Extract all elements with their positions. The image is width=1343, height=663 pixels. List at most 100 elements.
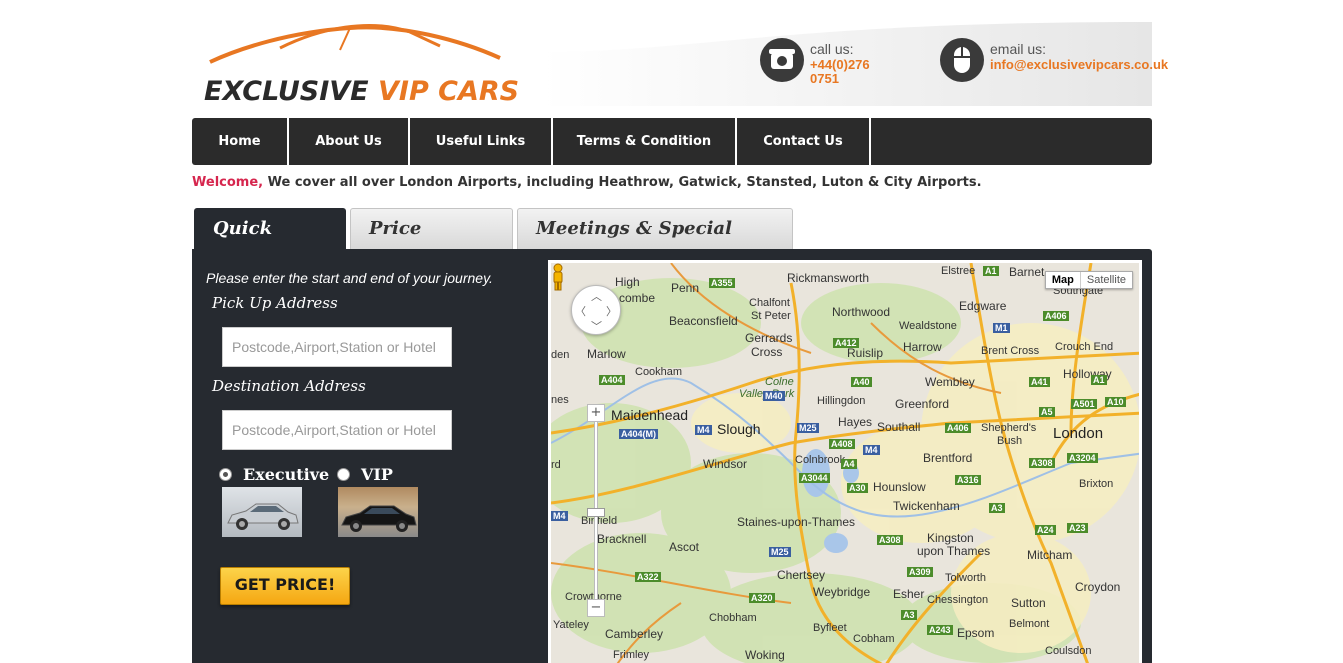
road-sign: A10 <box>1105 397 1126 407</box>
place-staines: Staines-upon-Thames <box>737 515 856 529</box>
road-sign: A501 <box>1071 399 1097 409</box>
road-sign: M4 <box>551 511 568 521</box>
place-edgware: Edgware <box>959 299 1007 313</box>
place-cross: Cross <box>751 345 783 359</box>
phone-number[interactable]: +44(0)276 0751 <box>810 58 890 86</box>
place-belmont: Belmont <box>1009 618 1050 630</box>
place-nes: nes <box>551 394 569 406</box>
nav-about-us[interactable]: About Us <box>289 118 410 165</box>
tab-price-enquiry[interactable]: Price Enquiry <box>350 208 513 279</box>
mouse-icon <box>940 38 984 82</box>
pickup-address-input[interactable] <box>222 327 452 367</box>
pan-up-icon[interactable]: ︿ <box>591 288 602 304</box>
pan-down-icon[interactable]: ﹀ <box>591 318 602 334</box>
place-kingston: Kingston <box>927 531 974 545</box>
logo-word-exclusive: EXCLUSIVE <box>204 76 369 107</box>
destination-address-input[interactable] <box>222 410 452 450</box>
road-sign: A412 <box>833 338 859 348</box>
road-sign: A40 <box>851 377 872 387</box>
place-den: den <box>551 349 570 361</box>
radio-vip-dot[interactable] <box>337 468 350 481</box>
logo-word-vip-cars: VIP CARS <box>378 76 520 107</box>
nav-terms[interactable]: Terms & Condition <box>553 118 737 165</box>
place-harrow: Harrow <box>903 340 942 354</box>
zoom-in-button[interactable]: + <box>587 404 605 422</box>
place-st-peter: St Peter <box>751 310 791 322</box>
road-sign: M25 <box>797 423 819 433</box>
place-byfleet: Byfleet <box>813 622 847 634</box>
place-ruislip: Ruislip <box>847 346 884 360</box>
place-hounslow: Hounslow <box>873 480 926 494</box>
route-map[interactable]: High combe Penn Rickmansworth Barnet Els… <box>548 260 1142 663</box>
radio-executive-dot[interactable] <box>219 468 232 481</box>
place-brentford: Brentford <box>923 451 973 465</box>
place-brent-cross: Brent Cross <box>981 345 1040 357</box>
nav-contact-us[interactable]: Contact Us <box>737 118 871 165</box>
site-header: EXCLUSIVE VIP CARS call us: +44(0)276 07… <box>192 14 1168 114</box>
road-sign: M4 <box>695 425 712 435</box>
road-sign: A322 <box>635 572 661 582</box>
pan-left-icon[interactable]: 〈 <box>575 303 586 319</box>
map-type-satellite-button[interactable]: Satellite <box>1081 272 1132 288</box>
road-sign: A243 <box>927 625 953 635</box>
tab-meetings-special-events[interactable]: Meetings & Special Events <box>517 208 793 279</box>
radio-executive[interactable]: Executive <box>219 465 329 484</box>
tab-quick-quote[interactable]: Quick Quote <box>194 208 346 279</box>
road-sign: A320 <box>749 593 775 603</box>
road-sign: A5 <box>1039 407 1055 417</box>
place-woking: Woking <box>745 648 785 662</box>
place-gerrards: Gerrards <box>745 331 793 345</box>
road-sign: A30 <box>847 483 868 493</box>
road-sign: A406 <box>945 423 971 433</box>
place-colnbrook: Colnbrook <box>795 454 846 466</box>
place-greenford: Greenford <box>895 397 950 411</box>
radio-vip[interactable]: VIP <box>337 465 393 484</box>
place-southall: Southall <box>877 420 921 434</box>
logo-wordmark: EXCLUSIVE VIP CARS <box>204 76 519 107</box>
place-bush: Bush <box>997 435 1023 447</box>
site-logo[interactable]: EXCLUSIVE VIP CARS <box>200 18 530 108</box>
place-chalfont: Chalfont <box>749 297 790 309</box>
pan-control[interactable]: ︿ ﹀ 〈 〉 <box>571 285 621 335</box>
welcome-greeting: Welcome, <box>192 175 264 190</box>
vip-car-image[interactable] <box>338 487 418 537</box>
place-wealdstone: Wealdstone <box>899 320 957 332</box>
place-bracknell: Bracknell <box>597 532 647 546</box>
email-address-link[interactable]: info@exclusivevipcars.co.uk <box>990 58 1168 72</box>
road-sign: A3044 <box>799 473 830 483</box>
nav-useful-links[interactable]: Useful Links <box>410 118 553 165</box>
place-high-wycombe: High <box>615 275 640 289</box>
place-rd: rd <box>551 459 561 471</box>
place-mitcham: Mitcham <box>1027 548 1073 562</box>
road-sign: M1 <box>993 323 1010 333</box>
pan-right-icon[interactable]: 〉 <box>606 303 617 319</box>
road-sign: M25 <box>769 547 791 557</box>
place-esher: Esher <box>893 587 925 601</box>
place-chessington: Chessington <box>927 594 989 606</box>
road-sign: A404(M) <box>619 429 659 439</box>
place-upon-thames: upon Thames <box>917 544 991 558</box>
road-sign: M4 <box>863 445 880 455</box>
place-croydon: Croydon <box>1075 580 1121 594</box>
nav-home[interactable]: Home <box>192 118 289 165</box>
executive-car-image[interactable] <box>222 487 302 537</box>
place-weybridge: Weybridge <box>813 585 871 599</box>
road-sign: A3 <box>989 503 1005 513</box>
place-hayes: Hayes <box>838 415 873 429</box>
road-sign: A3204 <box>1067 453 1098 463</box>
place-coulsdon: Coulsdon <box>1045 645 1092 657</box>
get-price-button[interactable]: GET PRICE! <box>220 567 350 605</box>
pegman-icon[interactable] <box>551 263 565 291</box>
place-marlow: Marlow <box>587 347 626 361</box>
place-cobham: Cobham <box>853 633 895 645</box>
map-type-map-button[interactable]: Map <box>1046 272 1081 288</box>
form-intro: Please enter the start and end of your j… <box>206 270 493 286</box>
zoom-slider-handle[interactable] <box>587 508 605 517</box>
road-sign: A23 <box>1067 523 1088 533</box>
road-sign: A404 <box>599 375 625 385</box>
radio-executive-label: Executive <box>243 465 330 484</box>
road-sign: A4 <box>841 459 857 469</box>
welcome-message: Welcome, We cover all over London Airpor… <box>192 175 982 190</box>
place-northwood: Northwood <box>832 305 891 319</box>
zoom-out-button[interactable]: − <box>587 599 605 617</box>
